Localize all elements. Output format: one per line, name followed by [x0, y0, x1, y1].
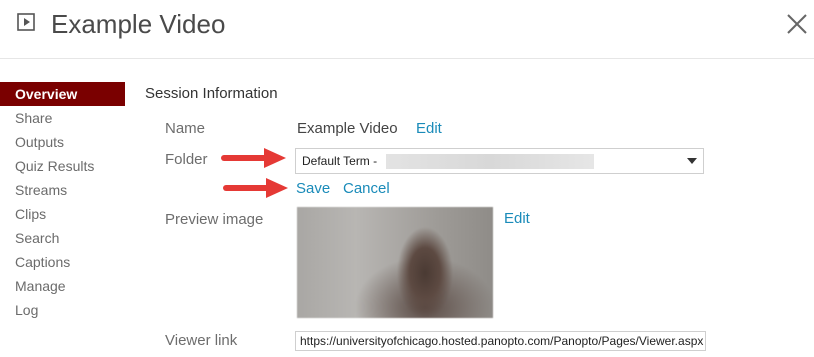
- sidebar-item-log[interactable]: Log: [0, 298, 125, 322]
- sidebar-item-manage[interactable]: Manage: [0, 274, 125, 298]
- page-title: Example Video: [51, 9, 226, 39]
- cancel-button[interactable]: Cancel: [343, 180, 390, 197]
- folder-select[interactable]: Default Term -: [295, 148, 704, 174]
- preview-image: [297, 207, 493, 318]
- annotation-arrow-icon: [223, 178, 288, 198]
- sidebar-item-quiz-results[interactable]: Quiz Results: [0, 154, 125, 178]
- name-label: Name: [165, 120, 206, 137]
- folder-select-value: Default Term -: [302, 154, 378, 168]
- section-title: Session Information: [145, 85, 278, 102]
- sidebar-item-clips[interactable]: Clips: [0, 202, 125, 226]
- sidebar-item-streams[interactable]: Streams: [0, 178, 125, 202]
- sidebar-nav: Overview Share Outputs Quiz Results Stre…: [0, 82, 125, 322]
- sidebar-item-overview[interactable]: Overview: [0, 82, 125, 106]
- sidebar-item-outputs[interactable]: Outputs: [0, 130, 125, 154]
- name-value: Example Video: [297, 120, 398, 137]
- folder-label: Folder: [165, 151, 208, 168]
- dialog-header: Example Video: [0, 0, 814, 59]
- redacted-folder-name: [386, 154, 594, 169]
- viewer-link-field[interactable]: https://universityofchicago.hosted.panop…: [295, 331, 706, 351]
- annotation-arrow-icon: [221, 148, 286, 168]
- preview-image-label: Preview image: [165, 211, 264, 228]
- edit-name-link[interactable]: Edit: [416, 120, 442, 137]
- edit-preview-link[interactable]: Edit: [504, 210, 530, 227]
- save-button[interactable]: Save: [296, 180, 330, 197]
- sidebar-item-share[interactable]: Share: [0, 106, 125, 130]
- close-icon[interactable]: [786, 13, 808, 35]
- viewer-link-label: Viewer link: [165, 332, 238, 349]
- session-settings-dialog: Example Video Overview Share Outputs Qui…: [0, 0, 814, 357]
- sidebar-item-search[interactable]: Search: [0, 226, 125, 250]
- video-play-icon: [17, 13, 35, 31]
- chevron-down-icon: [687, 158, 697, 164]
- sidebar-item-captions[interactable]: Captions: [0, 250, 125, 274]
